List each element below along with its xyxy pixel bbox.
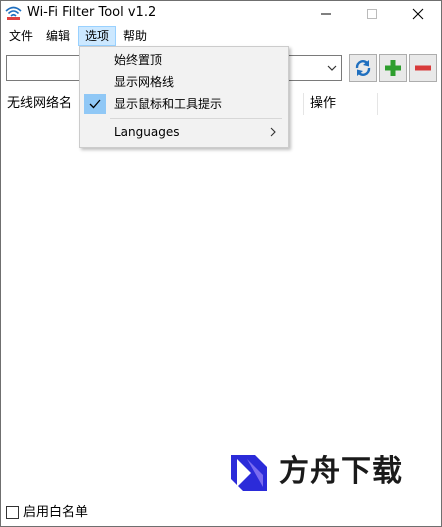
whitelist-checkbox[interactable] (6, 506, 19, 519)
main-window: Wi-Fi Filter Tool v1.2 文件 编辑 选项 帮助 无线网络名… (0, 0, 442, 527)
menu-options[interactable]: 选项 (78, 26, 117, 46)
chevron-right-icon (270, 127, 276, 137)
chevron-down-icon[interactable] (327, 64, 337, 72)
title-bar: Wi-Fi Filter Tool v1.2 (1, 1, 441, 26)
minimize-icon (321, 13, 331, 15)
remove-icon (415, 65, 431, 71)
remove-button[interactable] (409, 54, 437, 82)
watermark-text: 方舟下载 (279, 454, 403, 489)
menu-item-label: 始终置顶 (114, 53, 163, 67)
whitelist-label[interactable]: 启用白名单 (23, 504, 88, 522)
minimize-button[interactable] (303, 1, 349, 26)
close-icon (412, 8, 424, 20)
checkmark-icon (89, 99, 101, 109)
menu-file[interactable]: 文件 (3, 26, 39, 46)
refresh-button[interactable] (349, 54, 377, 82)
menu-item-always-on-top[interactable]: 始终置顶 (82, 49, 286, 71)
menu-item-label: 显示网格线 (114, 75, 175, 89)
menu-item-show-gridlines[interactable]: 显示网格线 (82, 71, 286, 93)
maximize-button[interactable] (349, 1, 395, 26)
menu-item-languages[interactable]: Languages (82, 121, 286, 143)
wifi-app-icon (5, 5, 22, 22)
watermark: 方舟下载 (229, 451, 419, 495)
watermark-logo-icon (231, 455, 267, 491)
menu-bar: 文件 编辑 选项 帮助 (1, 26, 441, 46)
menu-separator (110, 118, 282, 119)
menu-item-label: 显示鼠标和工具提示 (114, 97, 223, 111)
network-list[interactable] (1, 115, 441, 495)
options-dropdown-menu: 始终置顶 显示网格线 显示鼠标和工具提示 Languages (79, 46, 289, 148)
maximize-icon (367, 9, 377, 19)
column-header-action[interactable]: 操作 (304, 93, 378, 115)
close-button[interactable] (395, 1, 441, 26)
refresh-icon (355, 60, 371, 76)
add-icon (385, 60, 401, 76)
menu-edit[interactable]: 编辑 (40, 26, 76, 46)
window-title: Wi-Fi Filter Tool v1.2 (27, 5, 157, 20)
menu-item-label: Languages (114, 125, 180, 139)
add-button[interactable] (379, 54, 407, 82)
menu-help[interactable]: 帮助 (117, 26, 153, 46)
column-header-network-name[interactable]: 无线网络名 (1, 93, 81, 115)
menu-item-show-tooltips[interactable]: 显示鼠标和工具提示 (82, 93, 286, 115)
